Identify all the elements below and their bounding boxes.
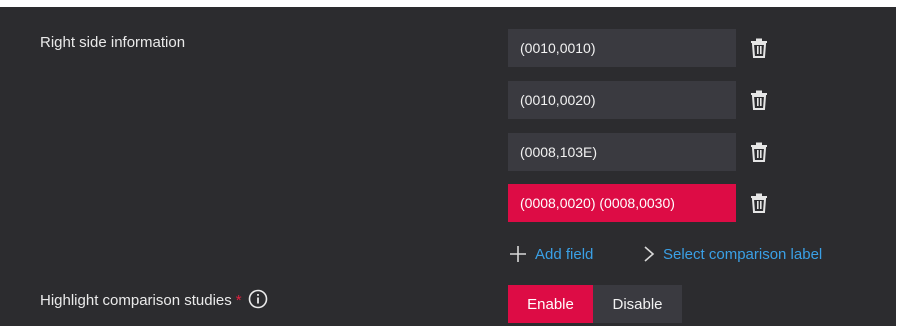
- chevron-right-icon: [643, 245, 655, 263]
- settings-panel: Right side information (0010,0010) (0010…: [0, 7, 896, 326]
- add-field-label: Add field: [535, 245, 594, 263]
- enable-button[interactable]: Enable: [508, 285, 593, 323]
- add-field-button[interactable]: Add field: [509, 245, 593, 263]
- right-side-information-label: Right side information: [40, 34, 186, 51]
- select-comparison-label-link[interactable]: Select comparison label: [643, 245, 822, 263]
- trash-icon[interactable]: [750, 193, 768, 213]
- plus-icon: [509, 245, 527, 263]
- trash-icon[interactable]: [750, 90, 768, 110]
- field-item-1[interactable]: (0010,0010): [508, 29, 736, 67]
- highlight-comparison-row: Highlight comparison studies *: [40, 289, 268, 309]
- required-marker: *: [235, 292, 242, 309]
- trash-icon[interactable]: [750, 142, 768, 162]
- highlight-toggle-group: Enable Disable: [508, 285, 682, 323]
- info-icon[interactable]: [248, 289, 268, 309]
- trash-icon[interactable]: [750, 38, 768, 58]
- select-comparison-label-text: Select comparison label: [663, 245, 823, 263]
- field-item-3[interactable]: (0008,103E): [508, 133, 736, 171]
- disable-button[interactable]: Disable: [593, 285, 682, 323]
- highlight-comparison-label: Highlight comparison studies: [40, 292, 232, 309]
- field-item-2[interactable]: (0010,0020): [508, 81, 736, 119]
- field-item-4[interactable]: (0008,0020) (0008,0030): [508, 184, 736, 222]
